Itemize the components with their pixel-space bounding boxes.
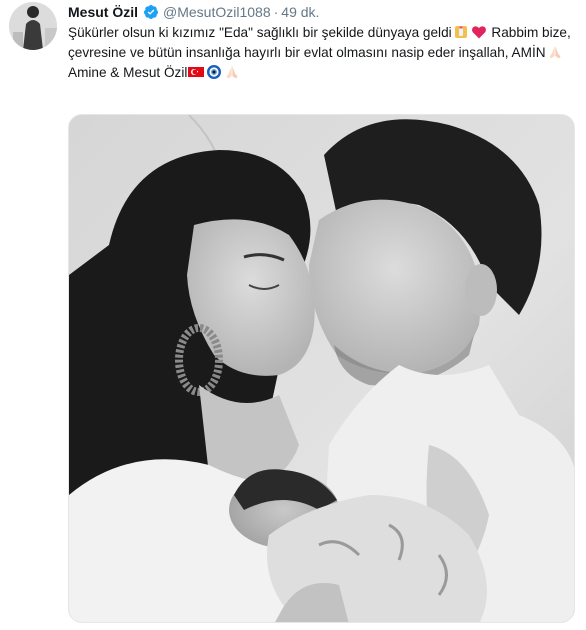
- author-name[interactable]: Mesut Özil: [68, 4, 138, 20]
- tweet-photo[interactable]: [68, 114, 575, 623]
- verified-badge-icon: [144, 5, 159, 19]
- tweet-text-paragraph-1: Şükürler olsun ki kızımız "Eda" sağlıklı…: [68, 23, 573, 63]
- author-handle[interactable]: @MesutOzil1088: [163, 4, 271, 20]
- praying-hands-emoji: [549, 46, 561, 59]
- baby-bottle-emoji: [454, 26, 467, 38]
- tweet-text: Şükürler olsun ki kızımız "Eda" sağlıklı…: [68, 23, 573, 83]
- nazar-amulet-emoji: [207, 65, 222, 79]
- turkey-flag-emoji: [188, 67, 205, 77]
- tweet-timestamp[interactable]: 49 dk.: [281, 4, 319, 20]
- avatar[interactable]: [9, 2, 57, 50]
- red-heart-emoji: [471, 26, 486, 39]
- tweet-text-paragraph-2: Amine & Mesut Özil: [68, 63, 573, 83]
- tweet-signature: Amine & Mesut Özil: [68, 65, 188, 80]
- avatar-image: [9, 2, 57, 50]
- tweet[interactable]: Mesut Özil @MesutOzil1088 · 49 dk. Şükür…: [0, 0, 586, 630]
- tweet-text-part-1: Şükürler olsun ki kızımız "Eda" sağlıklı…: [68, 25, 452, 40]
- header-separator: ·: [273, 4, 279, 20]
- tweet-header: Mesut Özil @MesutOzil1088 · 49 dk.: [68, 2, 576, 22]
- praying-hands-emoji: [226, 66, 238, 79]
- family-photo-image: [69, 115, 574, 622]
